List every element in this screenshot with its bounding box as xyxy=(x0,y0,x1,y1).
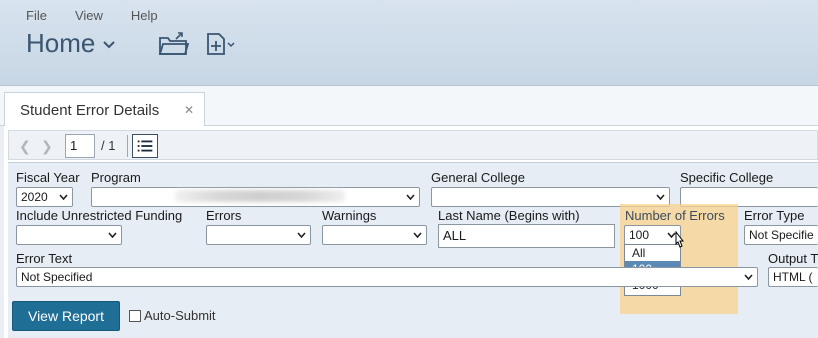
warnings-label: Warnings xyxy=(322,208,377,223)
last-name-label: Last Name (Begins with) xyxy=(438,208,580,223)
number-of-errors-value: 100 xyxy=(629,228,650,242)
error-type-value: Not Specifie xyxy=(749,228,814,242)
tab-strip: Student Error Details ✕ xyxy=(0,86,818,127)
last-name-input[interactable]: ALL xyxy=(438,224,615,248)
page-total: / 1 xyxy=(101,138,116,153)
fiscal-year-select[interactable]: 2020 xyxy=(16,187,73,207)
next-page-icon[interactable]: ❯ xyxy=(41,138,53,155)
view-report-button[interactable]: View Report xyxy=(12,301,120,331)
close-icon[interactable]: ✕ xyxy=(184,103,194,117)
toolbar-divider xyxy=(127,135,128,157)
auto-submit-toggle[interactable]: Auto-Submit xyxy=(129,308,216,323)
output-type-value: HTML ( xyxy=(773,270,813,284)
new-report-icon[interactable] xyxy=(206,32,236,56)
tab-label: Student Error Details xyxy=(20,101,160,119)
unrestricted-funding-label: Include Unrestricted Funding xyxy=(16,208,183,223)
error-type-select[interactable]: Not Specifie xyxy=(744,225,818,245)
auto-submit-label: Auto-Submit xyxy=(144,308,216,323)
auto-submit-checkbox[interactable] xyxy=(129,309,141,322)
home-title: Home xyxy=(26,28,96,58)
unrestricted-funding-select[interactable] xyxy=(16,225,122,245)
chevron-down-icon xyxy=(744,274,753,280)
prev-page-icon[interactable]: ❮ xyxy=(19,138,31,155)
menu-view[interactable]: View xyxy=(75,8,103,23)
error-text-label: Error Text xyxy=(16,251,73,266)
general-college-label: General College xyxy=(431,170,525,185)
tab-student-error-details[interactable]: Student Error Details ✕ xyxy=(4,92,205,127)
errors-select[interactable] xyxy=(206,225,311,245)
chevron-down-icon xyxy=(103,40,116,48)
output-type-select[interactable]: HTML ( xyxy=(768,267,818,287)
error-text-value: Not Specified xyxy=(21,270,93,284)
menu-help[interactable]: Help xyxy=(131,8,158,23)
chevron-down-icon xyxy=(406,194,415,200)
app-header: File View Help Home xyxy=(0,0,818,86)
chevron-down-icon xyxy=(59,194,68,200)
redacted-program-text xyxy=(175,190,345,202)
chevron-down-icon xyxy=(413,232,422,238)
menu-bar: File View Help xyxy=(26,8,186,23)
open-folder-icon[interactable] xyxy=(158,32,190,56)
specific-college-label: Specific College xyxy=(680,170,774,185)
menu-file[interactable]: File xyxy=(26,8,47,23)
document-map-icon[interactable] xyxy=(132,134,158,158)
chevron-down-icon xyxy=(656,194,665,200)
chevron-down-icon xyxy=(108,232,117,238)
error-text-select[interactable]: Not Specified xyxy=(16,267,758,287)
warnings-select[interactable] xyxy=(322,225,427,245)
page-number-input[interactable]: 1 xyxy=(65,134,95,158)
errors-label: Errors xyxy=(206,208,242,223)
chevron-down-icon xyxy=(297,232,306,238)
number-of-errors-label: Number of Errors xyxy=(625,208,725,223)
home-dropdown[interactable]: Home xyxy=(26,28,116,59)
fiscal-year-value: 2020 xyxy=(21,190,48,204)
output-type-label: Output T xyxy=(768,251,818,266)
error-type-label: Error Type xyxy=(744,208,805,223)
report-toolbar: ❮ ❯ 1 / 1 xyxy=(8,130,818,160)
program-label: Program xyxy=(91,170,141,185)
fiscal-year-label: Fiscal Year xyxy=(16,170,80,185)
mouse-cursor-icon xyxy=(675,231,685,248)
